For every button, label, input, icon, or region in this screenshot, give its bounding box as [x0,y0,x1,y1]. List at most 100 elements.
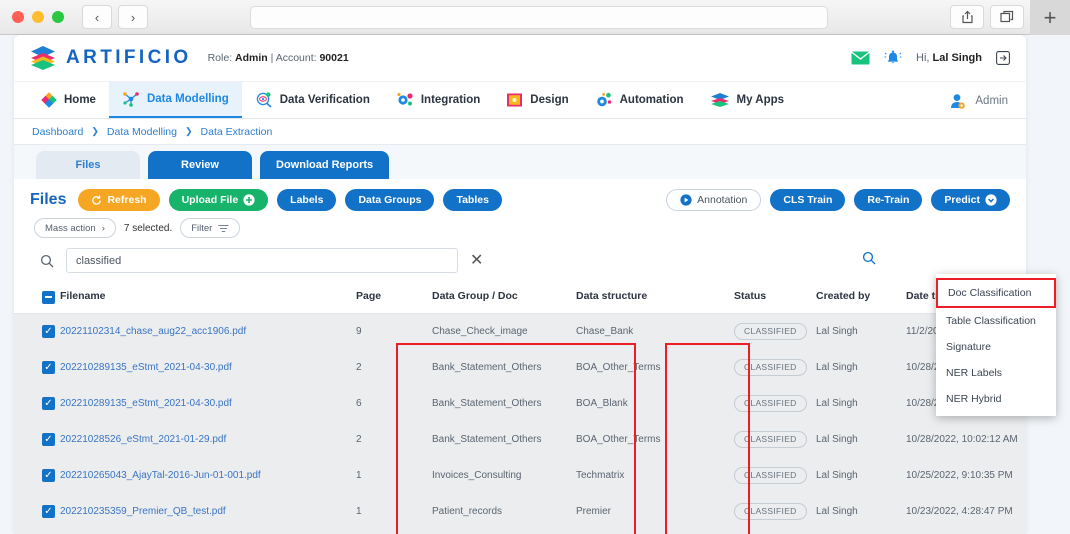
brand-header-actions: Hi, Lal Singh [851,50,1010,67]
retrain-button[interactable]: Re-Train [854,189,923,211]
table-row[interactable]: ✓ 20221028526_eStmt_2021-01-29.pdf 2 Ban… [14,421,1026,458]
search-icon[interactable] [40,254,54,268]
search-input[interactable] [66,248,458,273]
minimize-window-button[interactable] [32,11,44,23]
predict-button[interactable]: Predict [931,189,1010,211]
menu-item-signature[interactable]: Signature [936,334,1056,360]
header-status[interactable]: Status [734,281,816,314]
predict-button-label: Predict [944,194,980,206]
table-row[interactable]: ✓ 202210235359_Premier_QB_test.pdf 1 Pat… [14,493,1026,530]
breadcrumb-item-data-modelling[interactable]: Data Modelling [107,126,177,138]
address-bar[interactable] [250,5,828,29]
cell-data-group: Bank_Statement_Others [432,385,576,422]
annotation-button[interactable]: Annotation [666,189,762,211]
greeting-name: Lal Singh [932,52,983,64]
tabs-icon[interactable] [990,5,1024,29]
notification-bell-icon[interactable] [884,50,902,67]
plus-circle-icon [243,194,255,206]
files-table-body: ✓ 20221102314_chase_aug22_acc1906.pdf 9 … [14,313,1026,534]
cell-created-by: Lal Singh [816,313,906,350]
header-created-by[interactable]: Created by [816,281,906,314]
share-icon[interactable] [950,5,984,29]
tables-button[interactable]: Tables [443,189,502,211]
header-data-group[interactable]: Data Group / Doc [432,281,576,314]
window-traffic-lights [12,11,64,23]
design-frame-icon [506,92,523,108]
nav-profile[interactable]: Admin [949,82,1008,120]
tab-download-reports[interactable]: Download Reports [260,151,390,179]
table-row[interactable]: ✓ 202210265043_AjayTal-2016-Jun-01-001.p… [14,457,1026,494]
files-table: Filename Page Data Group / Doc Data stru… [14,281,1026,534]
refresh-button-label: Refresh [107,194,147,206]
new-tab-button[interactable]: + [1030,0,1070,35]
file-link[interactable]: 202210289135_eStmt_2021-04-30.pdf [60,398,232,409]
nav-item-data-verification[interactable]: Data Verification [242,82,383,118]
row-checkbox[interactable]: ✓ [42,396,55,410]
row-checkbox[interactable]: ✓ [42,324,55,338]
tab-review[interactable]: Review [148,151,252,179]
labels-button[interactable]: Labels [277,189,337,211]
row-checkbox[interactable]: ✓ [42,504,55,518]
breadcrumb-item-data-extraction[interactable]: Data Extraction [201,126,273,138]
back-button[interactable]: ‹ [82,5,112,29]
breadcrumb: Dashboard ❯ Data Modelling ❯ Data Extrac… [14,119,1026,145]
menu-item-ner-labels[interactable]: NER Labels [936,360,1056,386]
nav-item-design[interactable]: Design [493,82,581,118]
breadcrumb-item-dashboard[interactable]: Dashboard [32,126,83,138]
table-row[interactable]: ✓ 202210289135_eStmt_2021-04-30.pdf 2 Ba… [14,349,1026,386]
nav-item-integration-label: Integration [420,94,481,106]
header-page[interactable]: Page [356,281,432,314]
forward-button[interactable]: › [118,5,148,29]
play-circle-icon [680,194,692,206]
status-badge: CLASSIFIED [734,502,807,520]
cell-data-structure: Premier [576,493,706,530]
mass-action-bar: Mass action › 7 selected. Filter [14,211,1026,238]
mass-action-dropdown[interactable]: Mass action › [34,218,116,238]
nav-item-my-apps[interactable]: My Apps [697,82,798,118]
upload-file-button[interactable]: Upload File [168,189,269,211]
row-checkbox[interactable]: ✓ [42,360,55,374]
data-groups-button[interactable]: Data Groups [345,189,435,211]
header-data-structure[interactable]: Data structure [576,281,706,314]
cls-train-button[interactable]: CLS Train [770,189,846,211]
maximize-window-button[interactable] [52,11,64,23]
menu-item-doc-classification[interactable]: Doc Classification [936,278,1056,308]
filter-button[interactable]: Filter [180,218,241,238]
cell-created-by: Lal Singh [816,493,906,530]
file-link[interactable]: 20221028526_eStmt_2021-01-29.pdf [60,434,226,445]
select-all-checkbox[interactable] [42,290,55,304]
refresh-button[interactable]: Refresh [78,189,160,211]
account-value: 90021 [319,52,349,64]
nav-item-integration[interactable]: Integration [383,82,493,118]
cell-created-by: Lal Singh [816,349,906,386]
file-link[interactable]: 202210289135_eStmt_2021-04-30.pdf [60,362,232,373]
logout-icon[interactable] [996,51,1010,65]
cell-data-group: Bank_Statement_Others [432,349,576,386]
table-row[interactable]: ✓ 20221102314_chase_aug22_acc1906.pdf 9 … [14,313,1026,350]
home-diamond-icon [41,92,57,108]
row-checkbox[interactable]: ✓ [42,468,55,482]
greeting-text: Hi, Lal Singh [916,52,982,64]
nav-item-data-modelling[interactable]: Data Modelling [108,82,242,118]
status-badge: CLASSIFIED [734,466,807,484]
browser-navigation-buttons: ‹ › [82,5,148,29]
header-filename[interactable]: Filename [60,281,356,314]
cell-page: 6 [356,385,432,422]
close-window-button[interactable] [12,11,24,23]
menu-item-table-classification[interactable]: Table Classification [936,308,1056,334]
nav-item-home[interactable]: Home [28,82,109,118]
table-row[interactable]: ✓ 202210159766_Premier2.pdf 1 Quickbooks… [14,529,1026,534]
mail-icon[interactable] [851,51,870,65]
file-link[interactable]: 202210265043_AjayTal-2016-Jun-01-001.pdf [60,470,261,481]
nav-item-automation[interactable]: Automation [582,82,697,118]
file-link[interactable]: 202210235359_Premier_QB_test.pdf [60,506,226,517]
table-row[interactable]: ✓ 202210289135_eStmt_2021-04-30.pdf 6 Ba… [14,385,1026,422]
data-verification-icon [255,92,273,108]
search-submit-icon[interactable] [862,251,876,265]
tab-files[interactable]: Files [36,151,140,179]
row-checkbox[interactable]: ✓ [42,432,55,446]
nav-item-design-label: Design [530,94,569,106]
menu-item-ner-hybrid[interactable]: NER Hybrid [936,386,1056,412]
clear-search-icon[interactable]: ✕ [470,252,483,269]
file-link[interactable]: 20221102314_chase_aug22_acc1906.pdf [60,326,246,337]
